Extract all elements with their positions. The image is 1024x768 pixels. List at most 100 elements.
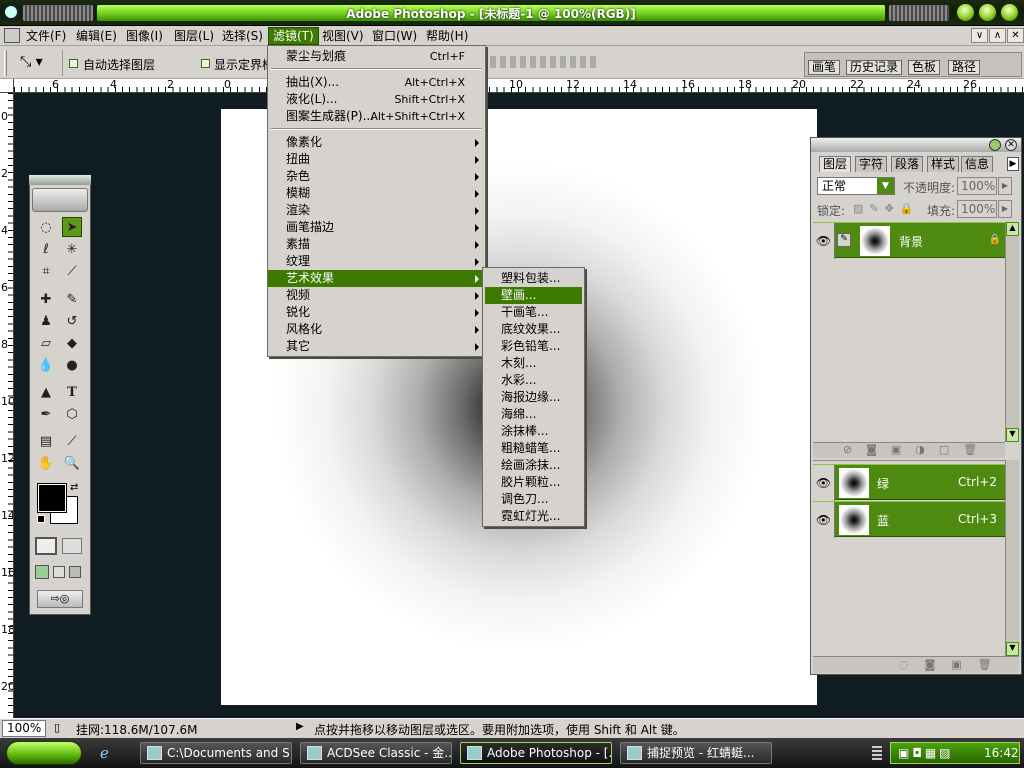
- screen-mode-standard-icon[interactable]: [35, 565, 49, 579]
- channels-bottom-icons[interactable]: ◌◙▣🗑: [813, 656, 1019, 673]
- zoom-field[interactable]: 100%: [2, 720, 46, 737]
- layers-scrollbar[interactable]: ▲ ▼: [1005, 222, 1019, 442]
- panel-tab-paragraph[interactable]: 段落: [891, 156, 924, 172]
- menu-edit[interactable]: 编辑(E): [72, 27, 121, 45]
- menu-image[interactable]: 图像(I): [122, 27, 167, 45]
- notes-tool-icon[interactable]: ▤: [36, 431, 56, 451]
- menu-item-noise[interactable]: 杂色: [268, 168, 485, 185]
- history-brush-icon[interactable]: ↺: [62, 311, 82, 331]
- menu-item-brush-strokes[interactable]: 画笔描边: [268, 219, 485, 236]
- crop-tool-icon[interactable]: ⌗: [36, 261, 56, 281]
- submenu-item-rough-pastels[interactable]: 粗糙蜡笔...: [483, 440, 584, 457]
- shape-tool-icon[interactable]: ⬡: [62, 404, 82, 424]
- submenu-item-smudge-stick[interactable]: 涂抹棒...: [483, 423, 584, 440]
- status-menu-arrow-icon[interactable]: ▶: [296, 721, 304, 732]
- clone-stamp-icon[interactable]: ♟: [36, 311, 56, 331]
- panel-close-icon[interactable]: ✕: [1005, 139, 1017, 151]
- tray-icons[interactable]: ▣◘▦▨: [898, 746, 954, 760]
- submenu-item-colored-pencil[interactable]: 彩色铅笔...: [483, 338, 584, 355]
- marquee-tool-icon[interactable]: ◌: [36, 217, 56, 237]
- show-bounding-box-checkbox[interactable]: [201, 59, 210, 68]
- submenu-item-film-grain[interactable]: 胶片颗粒...: [483, 474, 584, 491]
- type-tool-icon[interactable]: T: [62, 382, 82, 402]
- menu-filter[interactable]: 滤镜(T): [268, 27, 319, 45]
- menu-view[interactable]: 视图(V): [318, 27, 368, 45]
- dock-tab-brushes[interactable]: 画笔: [808, 60, 841, 75]
- foreground-color-swatch[interactable]: [37, 483, 67, 513]
- pen-tool-icon[interactable]: ✒: [36, 404, 56, 424]
- standard-mode-icon[interactable]: [35, 537, 57, 555]
- doc-restore-icon[interactable]: ∧: [989, 28, 1006, 43]
- align-buttons-disabled[interactable]: [490, 56, 600, 68]
- submenu-item-dry-brush[interactable]: 干画笔...: [483, 304, 584, 321]
- lasso-tool-icon[interactable]: ℓ: [36, 239, 56, 259]
- submenu-item-neon-glow[interactable]: 霓虹灯光...: [483, 508, 584, 525]
- panel-tab-info[interactable]: 信息: [961, 156, 994, 172]
- doc-minimize-icon[interactable]: ∨: [971, 28, 988, 43]
- opacity-field[interactable]: 100%: [957, 177, 997, 195]
- menu-help[interactable]: 帮助(H): [422, 27, 472, 45]
- maximize-button[interactable]: [978, 3, 997, 22]
- channel-visibility-eye-icon[interactable]: 👁: [813, 502, 835, 538]
- brush-tool-icon[interactable]: ✎: [62, 289, 82, 309]
- menu-layer[interactable]: 图层(L): [170, 27, 218, 45]
- move-tool-preset-icon[interactable]: ⤡ ▾: [20, 54, 43, 70]
- layers-bottom-icons[interactable]: ⊘◙▣◑▢🗑: [813, 442, 1005, 458]
- panel-tab-styles[interactable]: 样式: [927, 156, 960, 172]
- path-select-icon[interactable]: ▲: [36, 382, 56, 402]
- menu-item-liquify[interactable]: 液化(L)... Shift+Ctrl+X: [268, 91, 485, 108]
- task-acdsee[interactable]: ACDSee Classic - 金...: [300, 742, 452, 764]
- blur-tool-icon[interactable]: 💧: [36, 355, 56, 375]
- menu-item-artistic[interactable]: 艺术效果: [268, 270, 485, 287]
- panel-menu-arrow-icon[interactable]: ▶: [1007, 157, 1019, 171]
- menu-item-texture[interactable]: 纹理: [268, 253, 485, 270]
- menu-item-pixelate[interactable]: 像素化: [268, 134, 485, 151]
- menu-item-stylize[interactable]: 风格化: [268, 321, 485, 338]
- screen-mode-full-menu-icon[interactable]: [53, 566, 65, 578]
- minimize-button[interactable]: [956, 3, 975, 22]
- menu-item-pattern-maker[interactable]: 图案生成器(P)... Alt+Shift+Ctrl+X: [268, 108, 485, 125]
- menu-item-sketch[interactable]: 素描: [268, 236, 485, 253]
- magic-wand-icon[interactable]: ✳: [62, 239, 82, 259]
- panel-tab-layers[interactable]: 图层: [819, 156, 852, 172]
- channel-row-blue[interactable]: 👁 蓝 Ctrl+3: [813, 501, 1005, 538]
- doc-info-icon[interactable]: ▯: [54, 721, 60, 734]
- move-tool-icon[interactable]: ➤: [62, 217, 82, 237]
- default-colors-icon[interactable]: [37, 515, 45, 523]
- submenu-item-fresco[interactable]: 壁画...: [485, 287, 582, 304]
- app-icon[interactable]: [3, 4, 19, 20]
- zoom-tool-icon[interactable]: 🔍: [62, 453, 82, 473]
- submenu-item-poster-edges[interactable]: 海报边缘...: [483, 389, 584, 406]
- jump-to-imageready-icon[interactable]: ⇨◎: [37, 590, 83, 608]
- menu-item-last-filter[interactable]: 蒙尘与划痕 Ctrl+F: [268, 48, 485, 65]
- ruler-corner[interactable]: [0, 79, 14, 93]
- panel-minimize-icon[interactable]: [989, 139, 1001, 151]
- submenu-item-plastic-wrap[interactable]: 塑料包装...: [483, 270, 584, 287]
- healing-brush-icon[interactable]: ✚: [36, 289, 56, 309]
- fill-arrow-icon[interactable]: ▶: [998, 200, 1012, 218]
- layer-visibility-eye-icon[interactable]: 👁: [813, 223, 835, 259]
- menu-item-other[interactable]: 其它: [268, 338, 485, 355]
- eyedropper-icon[interactable]: ⟋: [62, 431, 82, 451]
- menu-file[interactable]: 文件(F): [22, 27, 70, 45]
- menu-item-render[interactable]: 渲染: [268, 202, 485, 219]
- dock-tab-history[interactable]: 历史记录: [846, 60, 903, 75]
- task-capture-preview[interactable]: 捕捉预览 - 红蜻蜓...: [620, 742, 772, 764]
- dock-tab-paths[interactable]: 路径: [948, 60, 981, 75]
- paint-bucket-icon[interactable]: ◆: [62, 333, 82, 353]
- scroll-down-icon[interactable]: ▼: [1006, 642, 1019, 656]
- start-button[interactable]: [6, 741, 82, 765]
- menu-select[interactable]: 选择(S): [218, 27, 267, 45]
- menu-item-distort[interactable]: 扭曲: [268, 151, 485, 168]
- swap-colors-icon[interactable]: ⇄: [70, 482, 78, 493]
- hand-tool-icon[interactable]: ✋: [36, 453, 56, 473]
- menu-window[interactable]: 窗口(W): [368, 27, 421, 45]
- blend-mode-dropdown-icon[interactable]: ▼: [877, 178, 894, 194]
- eraser-tool-icon[interactable]: ▱: [36, 333, 56, 353]
- channel-visibility-eye-icon[interactable]: 👁: [813, 465, 835, 501]
- submenu-item-watercolor[interactable]: 水彩...: [483, 372, 584, 389]
- menu-item-blur[interactable]: 模糊: [268, 185, 485, 202]
- scroll-up-icon[interactable]: ▲: [1006, 222, 1019, 236]
- screen-mode-full-icon[interactable]: [69, 566, 81, 578]
- quick-mask-icon[interactable]: [62, 538, 82, 554]
